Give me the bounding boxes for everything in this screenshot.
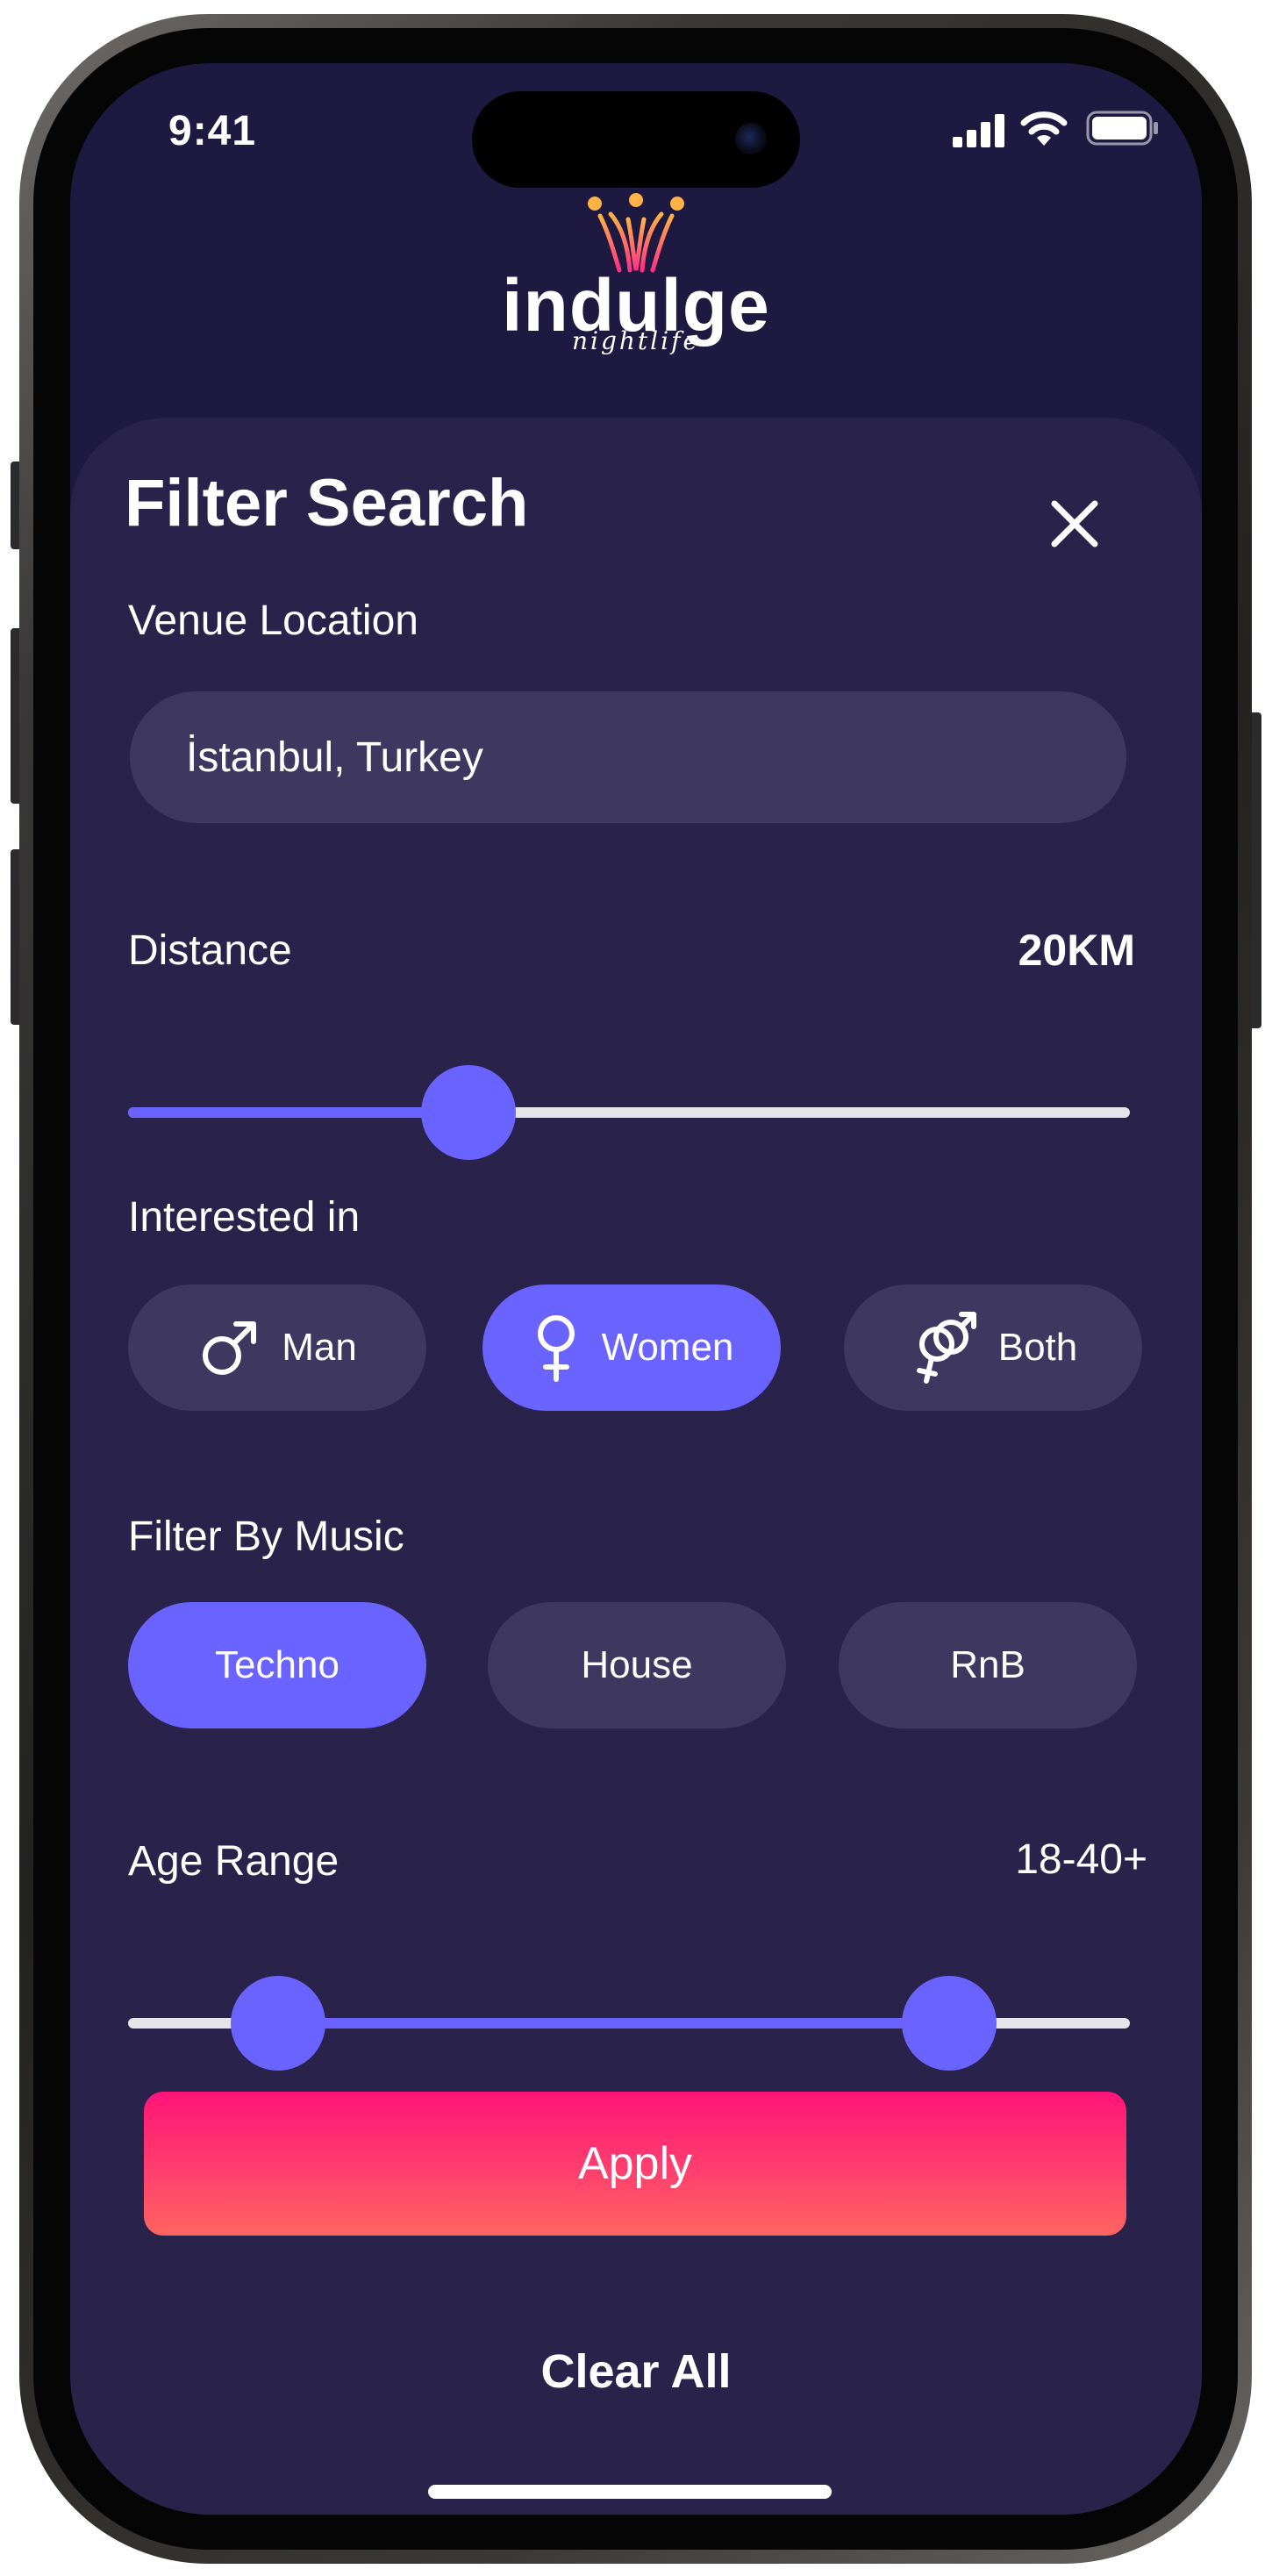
page-title: Filter Search — [125, 466, 529, 540]
home-indicator[interactable] — [428, 2485, 832, 2499]
logo-tagline: nightlife — [571, 326, 701, 355]
distance-slider-thumb[interactable] — [421, 1065, 517, 1160]
signal-icon — [953, 114, 1004, 147]
status-time: 9:41 — [168, 108, 257, 154]
logo-crown-icon — [588, 193, 684, 273]
music-option-label: Techno — [215, 1643, 339, 1686]
interest-option-man[interactable]: Man — [128, 1284, 426, 1411]
age-range-label: Age Range — [128, 1838, 339, 1885]
male-icon — [203, 1321, 257, 1375]
close-icon[interactable] — [1035, 484, 1114, 563]
music-option-label: House — [581, 1643, 693, 1686]
clear-all-button[interactable]: Clear All — [70, 2344, 1202, 2399]
distance-slider[interactable] — [128, 1065, 1130, 1160]
interest-option-label: Both — [997, 1326, 1078, 1369]
interest-option-label: Man — [282, 1326, 357, 1369]
camera-icon — [735, 123, 767, 154]
interest-option-both[interactable]: Both — [844, 1284, 1142, 1411]
filter-by-music-label: Filter By Music — [128, 1513, 404, 1560]
distance-fill — [128, 1107, 469, 1118]
music-option-label: RnB — [950, 1643, 1025, 1686]
age-max-thumb[interactable] — [902, 1976, 997, 2071]
apply-button[interactable]: Apply — [144, 2092, 1126, 2236]
age-min-thumb[interactable] — [231, 1976, 326, 2071]
interested-in-label: Interested in — [128, 1194, 361, 1241]
apply-button-label: Apply — [577, 2138, 693, 2189]
distance-label: Distance — [128, 927, 292, 974]
wifi-icon — [1020, 111, 1068, 146]
venue-location-value: İstanbul, Turkey — [186, 733, 483, 781]
age-range-value: 18-40+ — [1015, 1836, 1147, 1883]
age-range-fill — [278, 2018, 950, 2029]
venue-location-label: Venue Location — [128, 597, 418, 644]
female-icon — [537, 1315, 575, 1382]
age-range-slider[interactable] — [128, 1976, 1130, 2071]
music-option-techno[interactable]: Techno — [128, 1602, 426, 1728]
screen: 9:41 indulge nightlife Filter Search Ven… — [70, 63, 1202, 2515]
both-genders-icon — [916, 1312, 976, 1384]
music-option-rnb[interactable]: RnB — [839, 1602, 1137, 1728]
interest-option-label: Women — [601, 1326, 734, 1369]
venue-location-field[interactable]: İstanbul, Turkey — [130, 691, 1126, 823]
music-option-house[interactable]: House — [488, 1602, 786, 1728]
distance-value: 20KM — [1018, 926, 1135, 975]
battery-icon — [1086, 111, 1158, 146]
interest-option-women[interactable]: Women — [482, 1284, 781, 1411]
